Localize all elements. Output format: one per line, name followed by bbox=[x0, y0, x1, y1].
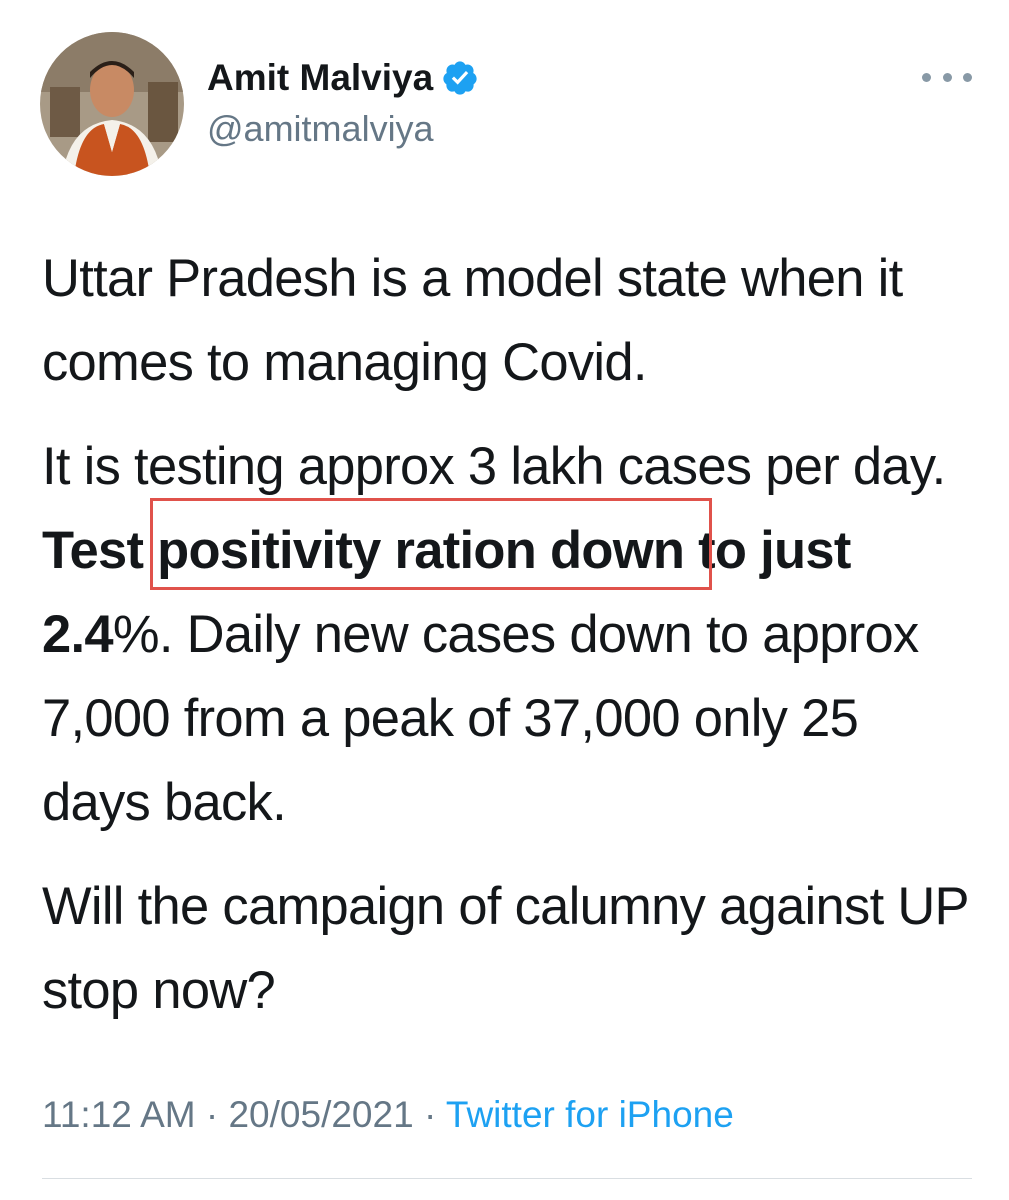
tweet-text: Uttar Pradesh is a model state when it c… bbox=[42, 237, 972, 1033]
tweet-card: Amit Malviya @amitmalviya Uttar Pradesh … bbox=[0, 0, 1009, 1200]
tweet-source-link[interactable]: Twitter for iPhone bbox=[446, 1094, 734, 1135]
tweet-text-plain: It is testing approx 3 lakh cases per da… bbox=[42, 437, 946, 496]
divider bbox=[42, 1178, 972, 1179]
avatar[interactable] bbox=[40, 32, 184, 176]
tweet-paragraph-3: Will the campaign of calumny against UP … bbox=[42, 877, 969, 1020]
more-horizontal-icon bbox=[942, 72, 952, 82]
author-handle[interactable]: @amitmalviya bbox=[207, 108, 434, 150]
more-horizontal-icon bbox=[922, 72, 931, 82]
author-name-row[interactable]: Amit Malviya bbox=[207, 50, 479, 106]
more-horizontal-icon bbox=[963, 72, 972, 82]
meta-separator: · bbox=[413, 1094, 446, 1135]
verified-badge-icon bbox=[441, 59, 479, 97]
more-options-button[interactable] bbox=[922, 62, 972, 92]
tweet-time[interactable]: 11:12 AM bbox=[42, 1094, 196, 1135]
author-display-name[interactable]: Amit Malviya bbox=[207, 57, 433, 99]
tweet-text-plain: %. Daily new cases down to approx 7,000 … bbox=[42, 605, 919, 832]
tweet-paragraph-1: Uttar Pradesh is a model state when it c… bbox=[42, 249, 903, 392]
tweet-date[interactable]: 20/05/2021 bbox=[228, 1094, 413, 1135]
avatar-image bbox=[40, 32, 184, 176]
tweet-paragraph-2: It is testing approx 3 lakh cases per da… bbox=[42, 425, 972, 845]
tweet-meta: 11:12 AM · 20/05/2021 · Twitter for iPho… bbox=[42, 1094, 734, 1136]
meta-separator: · bbox=[195, 1094, 229, 1135]
